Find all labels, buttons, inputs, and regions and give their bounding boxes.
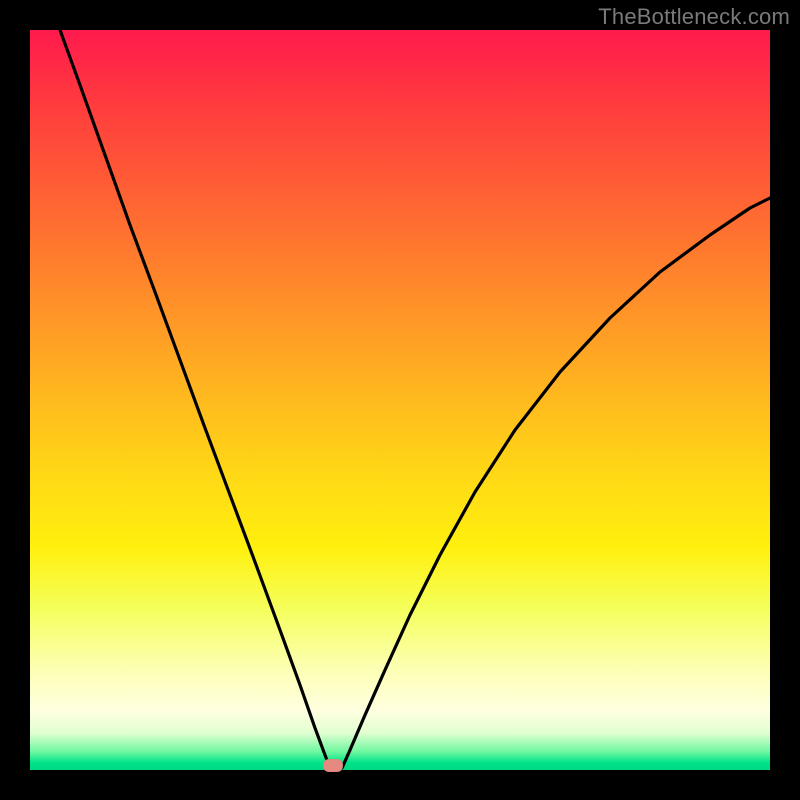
chart-frame: TheBottleneck.com	[0, 0, 800, 800]
curve-left-branch	[60, 30, 330, 768]
curve-right-branch	[342, 198, 770, 768]
bottleneck-curve	[30, 30, 770, 770]
optimum-marker	[323, 759, 343, 772]
plot-area	[30, 30, 770, 770]
watermark-text: TheBottleneck.com	[598, 4, 790, 30]
